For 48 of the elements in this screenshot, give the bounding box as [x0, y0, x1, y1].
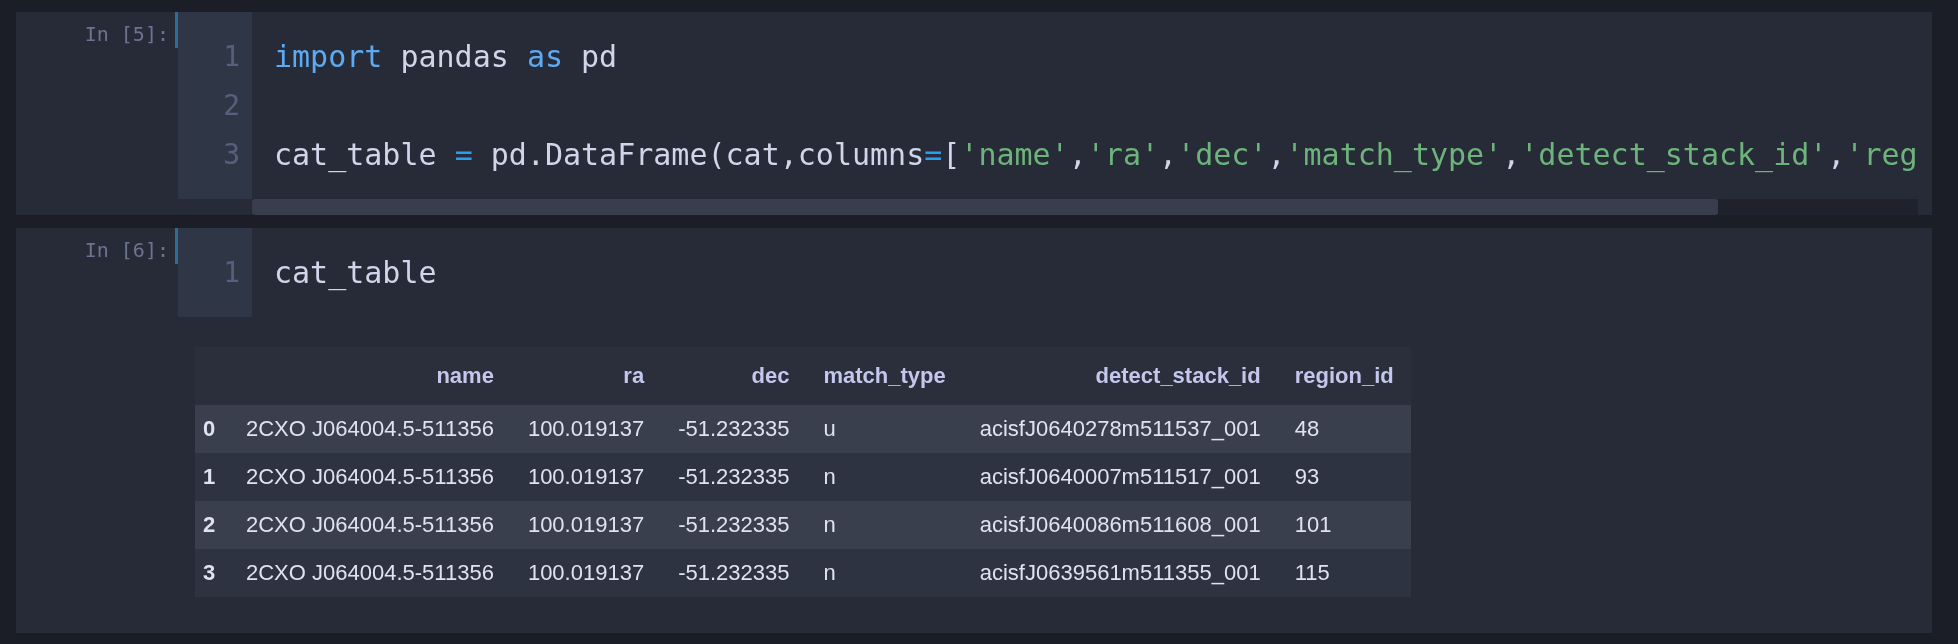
table-cell: u — [823, 416, 836, 441]
column-header: name — [436, 363, 494, 388]
table-cell: n — [823, 512, 836, 537]
cell-marker — [175, 228, 178, 264]
table-cell: 2CXO J064004.5-511356 — [246, 416, 494, 441]
table-cell: 93 — [1294, 464, 1320, 489]
code-line: cat_table — [274, 254, 438, 293]
column-header: ra — [623, 363, 645, 388]
table-cell: -51.232335 — [678, 512, 790, 537]
code-line: import pandas as pd — [274, 38, 619, 76]
table-cell: n — [823, 560, 836, 585]
table-cell: -51.232335 — [678, 560, 790, 585]
table-cell: acisfJ0640086m511608_001 — [979, 512, 1261, 537]
row-index: 3 — [203, 560, 216, 585]
table-cell: n — [823, 464, 836, 489]
table-cell: 100.019137 — [527, 512, 645, 537]
column-header: detect_stack_id — [1095, 363, 1261, 388]
column-header: dec — [751, 363, 790, 388]
notebook-cell[interactable]: In [5]: 1 2 3 import pandas as pd cat_table = pd.DataFrame(cat,columns=['name','ra','dec','match_type','detect_stack_id','reg — [16, 12, 1932, 215]
line-number: 1 — [222, 39, 241, 75]
code-line: cat_table = pd.DataFrame(cat,columns=['name','ra','dec','match_type','detect_stack_id','reg — [274, 136, 1919, 175]
prompt-label: In [6]: — [84, 237, 170, 262]
row-index: 0 — [203, 416, 216, 441]
table-cell: -51.232335 — [678, 416, 790, 441]
row-index: 1 — [203, 464, 216, 489]
cell-marker — [175, 12, 178, 48]
table-cell: -51.232335 — [678, 464, 790, 489]
column-header: match_type — [823, 363, 946, 388]
line-number: 2 — [222, 88, 241, 124]
horizontal-scrollbar[interactable] — [252, 199, 1918, 215]
table-cell: 48 — [1294, 416, 1320, 441]
prompt-label: In [5]: — [84, 21, 170, 46]
line-number: 3 — [222, 137, 241, 173]
table-cell: acisfJ0639561m511355_001 — [979, 560, 1261, 585]
table-cell: 101 — [1294, 512, 1332, 537]
table-cell: acisfJ0640278m511537_001 — [979, 416, 1261, 441]
column-header: region_id — [1294, 363, 1394, 388]
table-cell: 2CXO J064004.5-511356 — [246, 464, 494, 489]
table-cell: 100.019137 — [527, 416, 645, 441]
table-cell: 100.019137 — [527, 560, 645, 585]
table-cell: 115 — [1294, 560, 1330, 585]
table-cell: 2CXO J064004.5-511356 — [246, 512, 494, 537]
line-number: 1 — [222, 255, 241, 291]
row-index: 2 — [203, 512, 216, 537]
table-cell: 100.019137 — [527, 464, 645, 489]
table-cell: acisfJ0640007m511517_001 — [979, 464, 1261, 489]
table-cell: 2CXO J064004.5-511356 — [246, 560, 494, 585]
notebook-cell[interactable] — [16, 228, 1932, 633]
